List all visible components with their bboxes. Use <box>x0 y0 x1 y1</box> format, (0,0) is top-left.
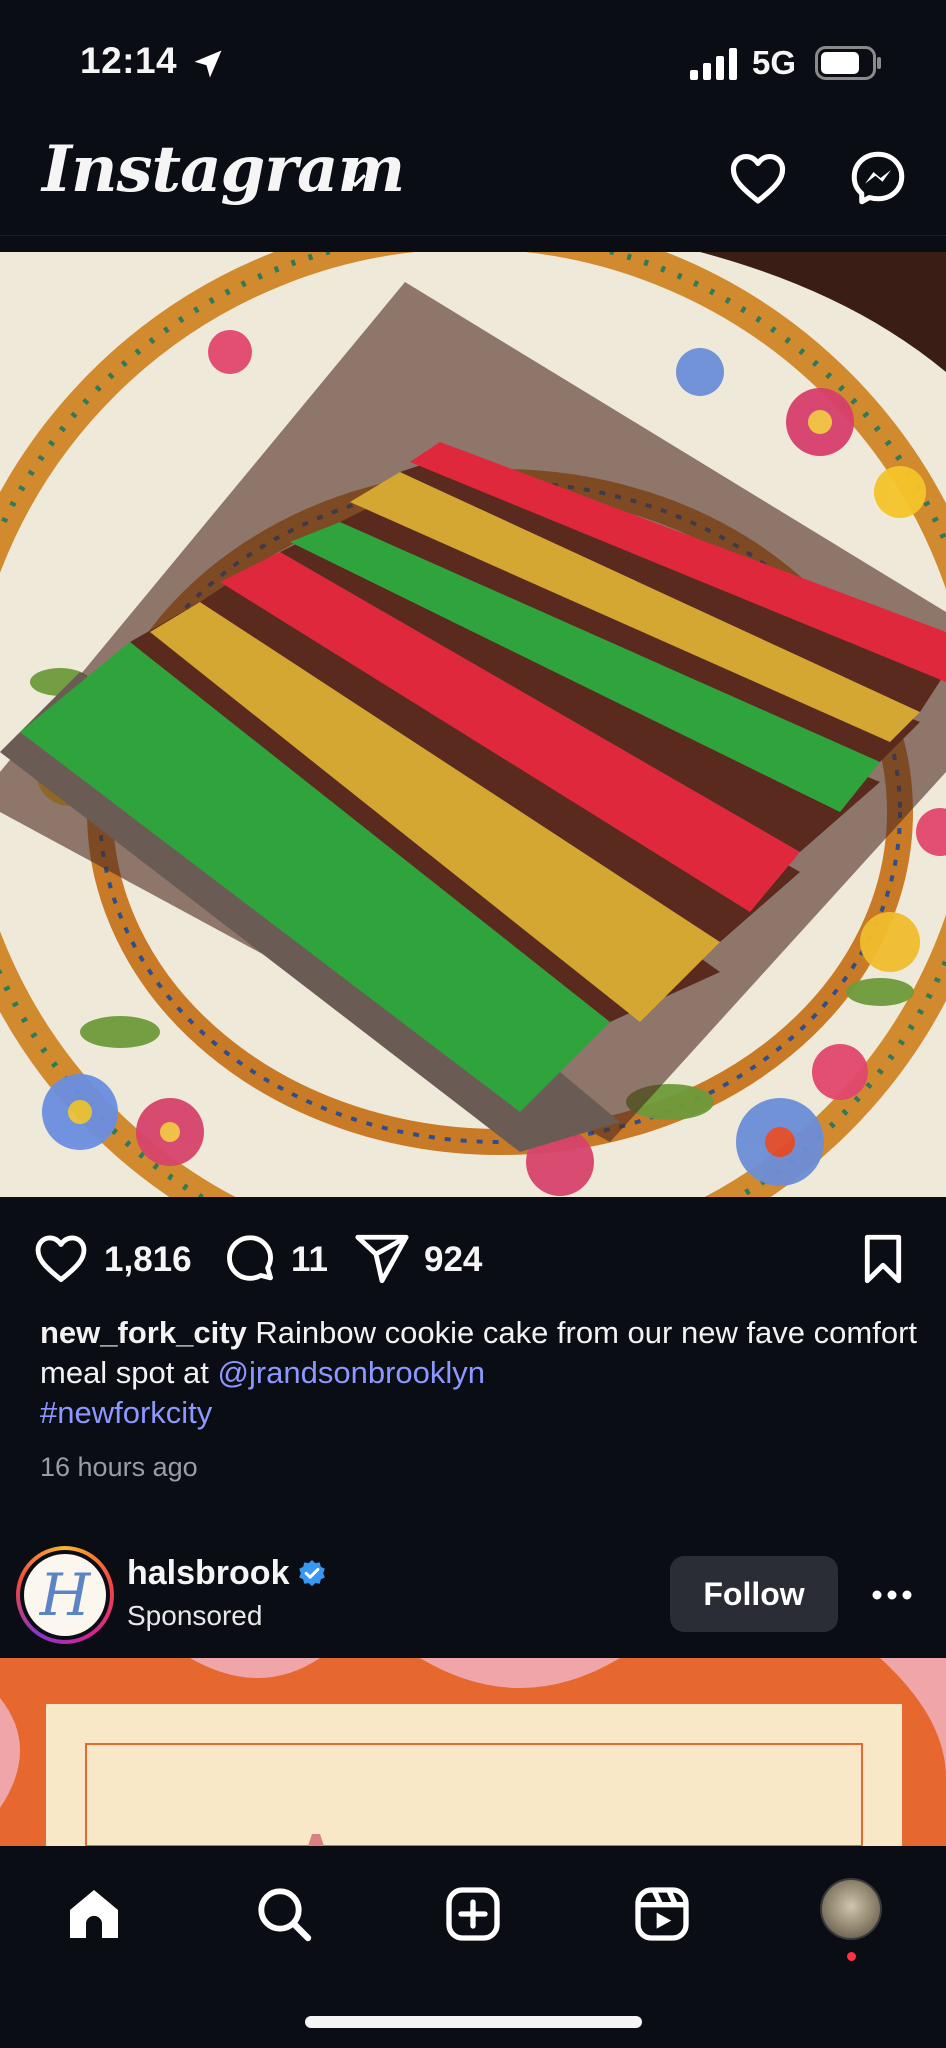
post-actions: 1,816 11 924 <box>0 1222 946 1292</box>
status-bar: 12:14 5G <box>0 0 946 120</box>
share-icon[interactable] <box>353 1230 411 1288</box>
sponsored-post-header: H halsbrook Sponsored Follow <box>0 1540 946 1656</box>
signal-icon <box>690 48 737 80</box>
home-icon[interactable] <box>62 1882 126 1946</box>
avatar: H <box>24 1554 106 1636</box>
caption-username[interactable]: new_fork_city <box>40 1315 247 1350</box>
like-count[interactable]: 1,816 <box>104 1240 192 1280</box>
home-indicator[interactable] <box>305 2016 642 2028</box>
app-header: Instagram <box>0 120 946 236</box>
post-caption: new_fork_city Rainbow cookie cake from o… <box>40 1313 920 1433</box>
comment-count[interactable]: 11 <box>291 1240 328 1280</box>
follow-button[interactable]: Follow <box>670 1556 838 1632</box>
battery-icon <box>815 46 881 80</box>
location-arrow-icon <box>194 50 222 78</box>
network-label: 5G <box>752 44 797 81</box>
chevron-down-icon[interactable] <box>340 165 370 195</box>
status-time: 12:14 <box>80 40 178 81</box>
story-ring[interactable]: H <box>16 1546 114 1644</box>
caption-hashtag-link[interactable]: #newforkcity <box>40 1395 212 1430</box>
caption-mention-link[interactable]: @jrandsonbrooklyn <box>217 1355 485 1390</box>
notification-dot <box>847 1952 856 1961</box>
reels-icon[interactable] <box>630 1882 694 1946</box>
post-timestamp: 16 hours ago <box>40 1452 198 1482</box>
more-options-icon[interactable] <box>870 1580 914 1610</box>
comment-icon[interactable] <box>221 1230 279 1288</box>
avatar-letter: H <box>39 1561 91 1629</box>
verified-badge-icon <box>299 1560 325 1587</box>
ad-artwork <box>0 1658 946 1846</box>
heart-icon[interactable] <box>727 148 789 210</box>
sponsored-label: Sponsored <box>127 1600 263 1631</box>
sponsored-post-image[interactable] <box>0 1658 946 1846</box>
create-icon[interactable] <box>441 1882 505 1946</box>
post-image[interactable] <box>0 252 946 1197</box>
cake-photo <box>0 252 946 1197</box>
share-count[interactable]: 924 <box>424 1240 482 1280</box>
sponsor-username[interactable]: halsbrook <box>127 1554 289 1593</box>
bookmark-icon[interactable] <box>854 1230 912 1288</box>
messenger-icon[interactable] <box>848 148 908 208</box>
profile-avatar[interactable] <box>820 1878 882 1940</box>
like-heart-icon[interactable] <box>32 1230 90 1288</box>
search-icon[interactable] <box>252 1882 316 1946</box>
